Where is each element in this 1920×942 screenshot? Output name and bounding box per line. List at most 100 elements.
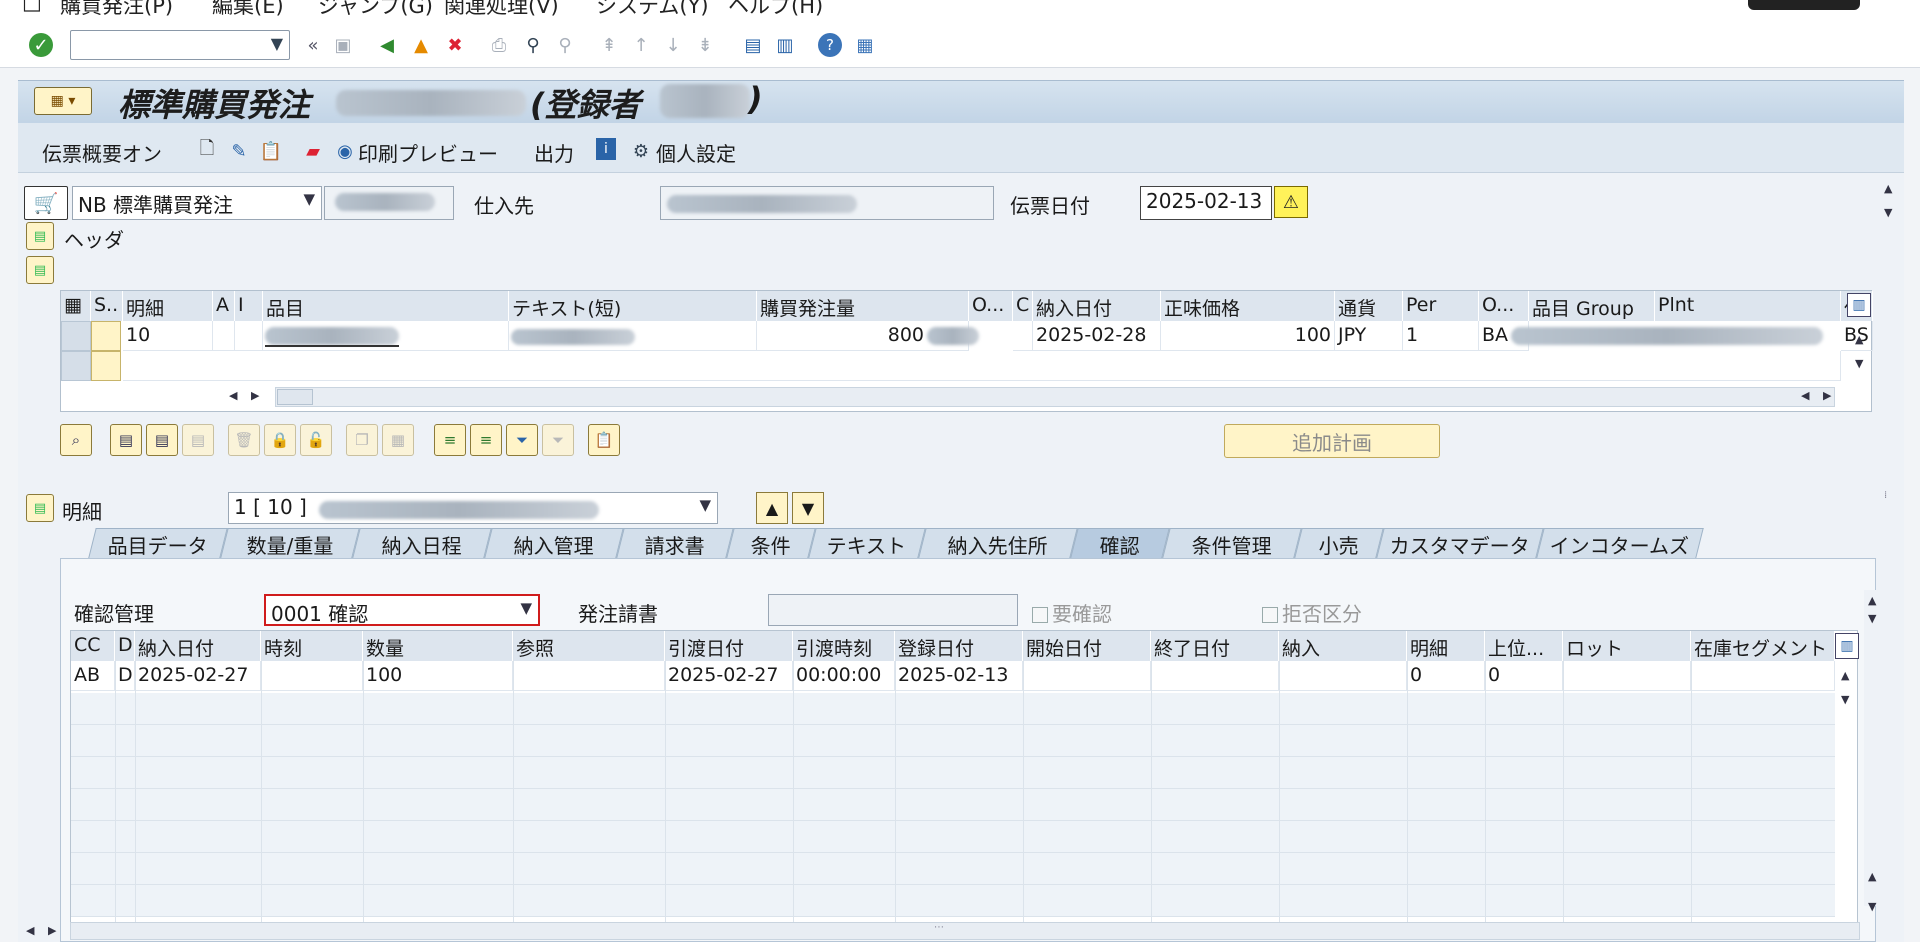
bottom-horizontal-scrollbar[interactable] (70, 922, 1860, 940)
empty-row[interactable] (71, 821, 1835, 853)
clipboard-icon[interactable]: 📋 (588, 424, 620, 456)
tab-texts[interactable]: テキスト (808, 528, 926, 558)
cell-item-number[interactable]: 0 (1407, 661, 1485, 691)
item-details-icon[interactable]: ⌕ (60, 424, 92, 456)
double-chevron-left-icon[interactable]: « (300, 32, 326, 58)
item-overview-collapse-icon[interactable]: ▤ (26, 256, 54, 284)
col-item-category[interactable]: I (235, 291, 263, 321)
cell-handover-time[interactable]: 00:00:00 (793, 661, 895, 691)
previous-item-icon[interactable]: ▲ (756, 492, 788, 524)
scroll-up-icon[interactable]: ▲ (1868, 870, 1876, 883)
col-order-unit[interactable]: O... (969, 291, 1013, 321)
scroll-down-icon[interactable]: ▼ (1884, 206, 1892, 219)
document-type-select[interactable]: NB 標準購買発注 ▼ (72, 186, 322, 220)
confirmation-required-checkbox[interactable]: 要確認 (1032, 598, 1112, 627)
cell-currency[interactable]: JPY (1335, 321, 1403, 351)
empty-row[interactable] (123, 351, 1841, 381)
filter-icon[interactable]: ⏷ (506, 424, 538, 456)
menu-item-goto[interactable]: ジャンプ(G) (318, 0, 433, 16)
new-session-icon[interactable]: ▤ (740, 32, 766, 58)
chevron-down-icon[interactable]: ▼ (303, 190, 315, 208)
col-reference[interactable]: 参照 (513, 631, 665, 661)
insert-item-icon[interactable]: ▤ (182, 424, 214, 456)
find-next-icon[interactable]: ⚲ (552, 32, 578, 58)
col-confirmation-category[interactable]: CC (71, 631, 115, 661)
back-icon[interactable]: ◀ (374, 32, 400, 58)
scroll-thumb[interactable] (277, 389, 313, 405)
scroll-left-icon[interactable]: ◀ (229, 389, 237, 402)
cell-reference[interactable] (513, 661, 665, 691)
col-time[interactable]: 時刻 (261, 631, 363, 661)
col-item[interactable]: 明細 (123, 291, 213, 321)
add-item-icon[interactable]: ▤ (110, 424, 142, 456)
col-handover-time[interactable]: 引渡時刻 (793, 631, 895, 661)
col-status[interactable]: S.. (91, 291, 123, 321)
order-acknowledgment-field[interactable] (768, 594, 1018, 626)
cell-start-date[interactable] (1023, 661, 1151, 691)
scroll-grip[interactable]: ⁞ (1884, 490, 1887, 501)
info-icon[interactable]: i (596, 138, 616, 160)
cell-quantity[interactable]: 100 (363, 661, 513, 691)
cell-c[interactable] (1013, 321, 1033, 351)
cell-short-text[interactable] (509, 321, 757, 351)
tab-conditions[interactable]: 条件 (726, 528, 816, 558)
cancel-icon[interactable]: ✖ (442, 32, 468, 58)
confirmation-control-select[interactable]: 0001 確認 ▼ (264, 594, 540, 626)
scroll-right-icon[interactable]: ▶ (48, 924, 56, 937)
tab-condition-control[interactable]: 条件管理 (1162, 528, 1302, 558)
tab-material-data[interactable]: 品目データ (88, 528, 228, 558)
delete-icon[interactable]: 🗑 (228, 424, 260, 456)
cart-icon[interactable]: 🛒 (24, 186, 68, 220)
cell-delivery-date[interactable]: 2025-02-28 (1033, 321, 1161, 351)
col-plant[interactable]: Plnt (1655, 291, 1841, 321)
col-net-price[interactable]: 正味価格 (1161, 291, 1335, 321)
row-status-cell[interactable] (91, 351, 121, 381)
col-higher-level-item[interactable]: 上位... (1485, 631, 1563, 661)
lock-icon[interactable]: 🔒 (264, 424, 296, 456)
personal-settings-button[interactable]: 個人設定 (656, 138, 736, 167)
cell-confirmation-category[interactable]: AB (71, 661, 115, 691)
output-button[interactable]: 出力 (534, 138, 574, 167)
print-preview-icon[interactable]: ◉ (332, 138, 358, 164)
empty-row[interactable] (71, 725, 1835, 757)
tab-customer-data[interactable]: カスタマデータ (1376, 528, 1544, 558)
cell-date-category[interactable]: D (115, 661, 135, 691)
chevron-down-icon[interactable]: ▼ (271, 34, 283, 53)
other-document-icon[interactable]: 📋 (258, 138, 284, 164)
row-selector[interactable] (61, 321, 91, 351)
col-inbound-delivery[interactable]: 納入 (1279, 631, 1407, 661)
menu-square-icon[interactable]: □ (22, 0, 42, 14)
next-item-icon[interactable]: ▼ (792, 492, 824, 524)
cell-per[interactable]: 1 (1403, 321, 1479, 351)
menu-item-system[interactable]: システム(Y) (596, 0, 709, 16)
cell-material[interactable] (263, 321, 509, 351)
col-material[interactable]: 品目 (263, 291, 509, 321)
cell-higher-level-item[interactable]: 0 (1485, 661, 1563, 691)
scroll-down-icon[interactable]: ▼ (1855, 357, 1863, 370)
print-preview-button[interactable]: 印刷プレビュー (358, 138, 498, 167)
chevron-down-icon[interactable]: ▼ (520, 599, 532, 617)
scroll-grip[interactable]: ⋯ (934, 922, 944, 933)
tab-delivery-address[interactable]: 納入先住所 (918, 528, 1078, 558)
personal-settings-icon[interactable]: ⚙ (628, 138, 654, 164)
col-po-quantity[interactable]: 購買発注量 (757, 291, 969, 321)
sort-ascending-icon[interactable]: ≡ (434, 424, 466, 456)
scroll-down-icon[interactable]: ▼ (1841, 693, 1849, 706)
col-delivery-date[interactable]: 納入日付 (1033, 291, 1161, 321)
scroll-left-icon[interactable]: ◀ (1801, 389, 1809, 402)
unlock-icon[interactable]: 🔓 (300, 424, 332, 456)
filter-delete-icon[interactable]: ⏷ (542, 424, 574, 456)
next-page-icon[interactable]: ↓ (660, 32, 686, 58)
scroll-right-icon[interactable]: ▶ (1823, 389, 1831, 402)
col-created-date[interactable]: 登録日付 (895, 631, 1023, 661)
copy-icon[interactable]: ❐ (346, 424, 378, 456)
col-per[interactable]: Per (1403, 291, 1479, 321)
scroll-up-icon[interactable]: ▲ (1884, 182, 1892, 195)
col-end-date[interactable]: 終了日付 (1151, 631, 1279, 661)
vendor-field[interactable] (660, 186, 994, 220)
new-document-icon[interactable]: 🗋 (194, 138, 220, 164)
additional-planning-button[interactable]: 追加計画 (1224, 424, 1440, 458)
scroll-up-icon[interactable]: ▲ (1855, 333, 1863, 346)
chevron-down-icon[interactable]: ▼ (699, 496, 711, 514)
warning-icon[interactable]: ⚠ (1274, 186, 1308, 218)
